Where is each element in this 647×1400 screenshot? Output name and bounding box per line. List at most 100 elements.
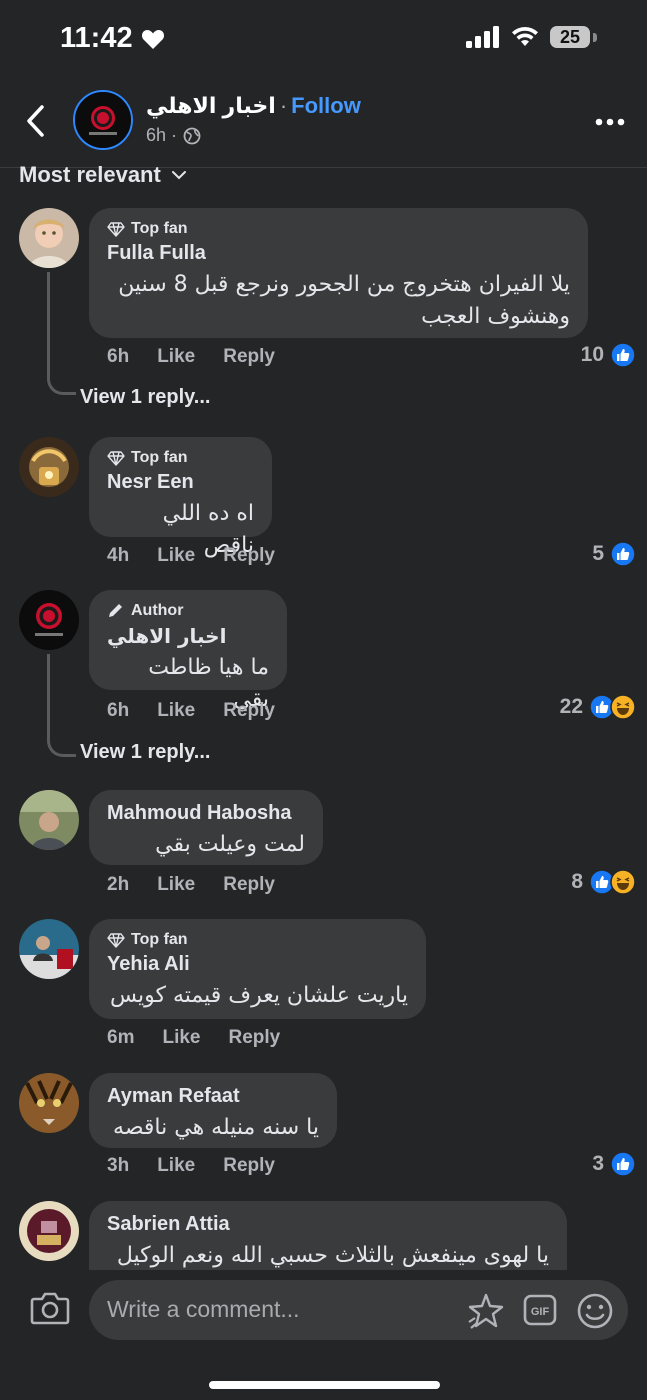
top-fan-badge: Top fan — [107, 931, 408, 949]
reaction-summary[interactable]: 22 — [560, 694, 636, 720]
like-button[interactable]: Like — [157, 700, 195, 722]
reaction-summary[interactable]: 3 — [592, 1151, 636, 1177]
reaction-count: 22 — [559, 695, 583, 718]
comment-bubble[interactable]: Sabrien Attia يا لهوى مينفعش بالثلاث حسب… — [89, 1201, 567, 1270]
page-name[interactable]: اخبار الاهلي — [146, 93, 276, 118]
comment-input-placeholder: Write a comment... — [107, 1296, 300, 1322]
comment-author[interactable]: اخبار الاهلي — [107, 624, 269, 648]
comment-bubble[interactable]: Top fan Fulla Fulla يلا الفيران هتخروج م… — [89, 208, 588, 338]
comment-actions: 6h Like Reply — [107, 346, 275, 368]
reply-button[interactable]: Reply — [223, 1155, 275, 1177]
comment-time: 6m — [107, 1027, 135, 1048]
heart-icon — [141, 30, 165, 49]
comment-text: يا لهوى مينفعش بالثلاث حسبي الله ونعم ال… — [116, 1243, 549, 1268]
avatar[interactable] — [19, 208, 79, 268]
view-replies-link[interactable]: View 1 reply... — [80, 386, 210, 409]
pen-icon — [109, 604, 122, 617]
reply-button[interactable]: Reply — [229, 1027, 281, 1049]
comment-time: 6h — [107, 700, 130, 721]
gif-icon[interactable]: GIF — [523, 1294, 557, 1326]
post-header: اخبار الاهلي · Follow 6h · — [0, 80, 647, 168]
comment-text: ياريت علشان يعرف قيمته كويس — [109, 983, 408, 1008]
comment-time: 4h — [107, 545, 130, 566]
avatar[interactable] — [19, 919, 79, 979]
comment-actions: 3h Like Reply — [107, 1155, 275, 1177]
comment-author[interactable]: Yehia Ali — [107, 953, 408, 976]
more-icon[interactable] — [595, 118, 625, 126]
haha-icon — [610, 869, 636, 895]
comment-time: 3h — [107, 1155, 130, 1176]
camera-icon[interactable] — [30, 1290, 70, 1326]
top-fan-badge: Top fan — [107, 449, 254, 467]
comment-author[interactable]: Ayman Refaat — [107, 1085, 319, 1108]
home-indicator[interactable] — [209, 1381, 440, 1389]
separator: · — [279, 93, 288, 118]
like-button[interactable]: Like — [157, 1155, 195, 1177]
comment-author[interactable]: Fulla Fulla — [107, 242, 570, 265]
reaction-count: 5 — [592, 542, 604, 565]
reaction-summary[interactable]: 10 — [581, 342, 636, 368]
back-chevron-icon[interactable] — [24, 104, 46, 138]
reaction-count: 8 — [571, 870, 583, 893]
avatar[interactable] — [19, 1201, 79, 1261]
reply-button[interactable]: Reply — [223, 874, 275, 896]
reply-button[interactable]: Reply — [223, 346, 275, 368]
emoji-icon[interactable] — [576, 1292, 614, 1330]
diamond-icon — [107, 221, 125, 237]
globe-icon — [183, 127, 201, 144]
avatar[interactable] — [19, 790, 79, 850]
comment-author[interactable]: Nesr Een — [107, 471, 254, 494]
reaction-summary[interactable]: 5 — [592, 541, 636, 567]
like-icon — [610, 1151, 636, 1177]
comment-bubble[interactable]: Mahmoud Habosha لمت وعيلت بقي — [89, 790, 323, 865]
club-logo-icon — [75, 92, 131, 148]
comment-author[interactable]: Mahmoud Habosha — [107, 802, 305, 825]
comment: Sabrien Attia يا لهوى مينفعش بالثلاث حسب… — [0, 1201, 647, 1270]
reaction-summary[interactable]: 8 — [571, 869, 636, 895]
sort-label: Most relevant — [19, 162, 161, 187]
post-meta: 6h · — [146, 125, 201, 146]
top-fan-badge: Top fan — [107, 220, 570, 238]
like-button[interactable]: Like — [157, 874, 195, 896]
avatar[interactable] — [19, 1073, 79, 1133]
comment-actions: 4h Like Reply — [107, 545, 275, 567]
comment-bubble[interactable]: Author اخبار الاهلي ما هيا ظاطت بقي — [89, 590, 287, 712]
like-button[interactable]: Like — [162, 1027, 200, 1049]
sort-dropdown[interactable]: Most relevant — [19, 162, 187, 188]
reply-button[interactable]: Reply — [223, 700, 275, 722]
comment-bubble[interactable]: Top fan Yehia Ali ياريت علشان يعرف قيمته… — [89, 919, 426, 1019]
author-badge: Author — [107, 602, 269, 620]
avatar[interactable] — [19, 590, 79, 650]
status-bar: 11:42 25 — [0, 0, 647, 80]
avatar[interactable] — [19, 437, 79, 497]
comment-author[interactable]: Sabrien Attia — [107, 1213, 549, 1236]
like-icon — [610, 342, 636, 368]
like-icon — [610, 541, 636, 567]
like-button[interactable]: Like — [157, 545, 195, 567]
like-button[interactable]: Like — [157, 346, 195, 368]
diamond-icon — [107, 932, 125, 948]
comment-text: يا سنه منيله هي ناقصه — [113, 1115, 319, 1140]
battery-level: 25 — [559, 27, 581, 47]
comment-bubble[interactable]: Ayman Refaat يا سنه منيله هي ناقصه — [89, 1073, 337, 1148]
status-time: 11:42 — [60, 22, 133, 54]
page-name-line: اخبار الاهلي · Follow — [146, 93, 361, 119]
follow-button[interactable]: Follow — [291, 93, 361, 118]
haha-icon — [610, 694, 636, 720]
battery-tip — [593, 33, 597, 42]
comment-actions: 6m Like Reply — [107, 1027, 280, 1049]
comment-input[interactable]: Write a comment... GIF — [89, 1280, 628, 1340]
comment-actions: 2h Like Reply — [107, 874, 275, 896]
post-time: 6h · — [146, 125, 178, 145]
view-replies-link[interactable]: View 1 reply... — [80, 741, 210, 764]
comment-bubble[interactable]: Top fan Nesr Een اه ده اللي ناقص — [89, 437, 272, 558]
comment-time: 2h — [107, 874, 130, 895]
reaction-count: 3 — [592, 1152, 604, 1175]
thread-line — [47, 272, 76, 395]
page-avatar[interactable] — [73, 90, 133, 150]
sticker-icon[interactable] — [467, 1292, 505, 1330]
svg-text:GIF: GIF — [531, 1306, 550, 1318]
reply-button[interactable]: Reply — [223, 545, 275, 567]
battery-icon: 25 — [550, 26, 590, 48]
thread-line — [47, 654, 76, 757]
